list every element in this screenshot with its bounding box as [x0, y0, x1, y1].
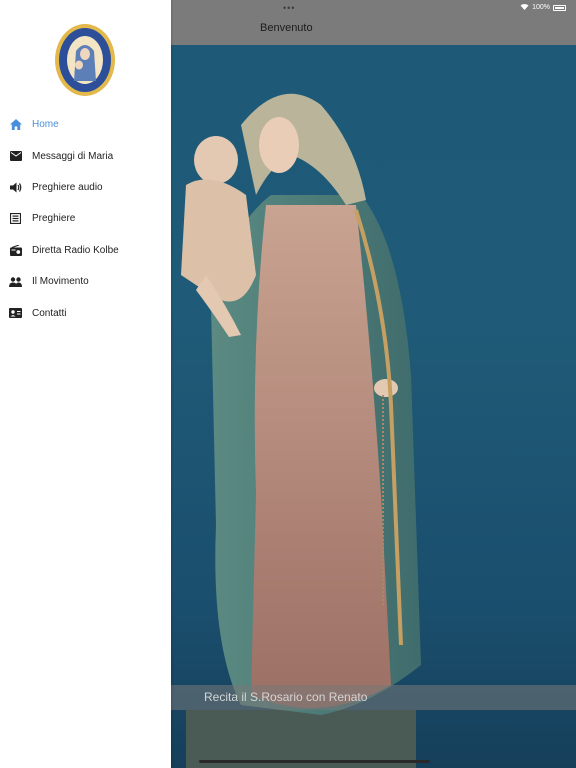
- menu-label-messaggi: Messaggi di Maria: [32, 150, 114, 162]
- menu-label-il-movimento: Il Movimento: [32, 276, 89, 288]
- menu-item-radio-kolbe[interactable]: Diretta Radio Kolbe: [0, 235, 171, 266]
- battery-icon: [553, 4, 566, 11]
- mail-icon: [9, 150, 22, 163]
- menu-item-contatti[interactable]: Contatti: [0, 297, 171, 328]
- rosary-banner[interactable]: Recita il S.Rosario con Renato: [171, 685, 576, 710]
- contact-card-icon: [9, 307, 22, 320]
- page-title: Benvenuto: [260, 22, 313, 34]
- menu-label-preghiere: Preghiere: [32, 213, 76, 225]
- main-content: ••• Benvenuto 100% Recita il S.Rosario c…: [171, 0, 576, 768]
- menu-item-home[interactable]: Home: [0, 109, 171, 140]
- menu-label-radio-kolbe: Diretta Radio Kolbe: [32, 244, 119, 256]
- menu-item-preghiere-audio[interactable]: Preghiere audio: [0, 172, 171, 203]
- speaker-icon: [9, 181, 22, 194]
- rosary-banner-text: Recita il S.Rosario con Renato: [204, 690, 368, 704]
- movement-logo: [55, 24, 115, 96]
- home-icon: [9, 118, 22, 131]
- menu-item-il-movimento[interactable]: Il Movimento: [0, 266, 171, 297]
- multitask-dots[interactable]: •••: [283, 3, 295, 13]
- menu-label-preghiere-audio: Preghiere audio: [32, 181, 103, 193]
- battery-percent: 100%: [532, 4, 550, 11]
- madonna-statue-image: [181, 93, 421, 768]
- menu-item-preghiere[interactable]: Preghiere: [0, 203, 171, 234]
- navigation-drawer: Home Messaggi di Maria Preghiere audio P…: [0, 0, 171, 768]
- people-icon: [9, 275, 22, 288]
- menu-label-contatti: Contatti: [32, 307, 67, 319]
- status-bar-right: 100%: [520, 3, 566, 12]
- radio-icon: [9, 244, 22, 257]
- app-header: ••• Benvenuto 100%: [171, 0, 576, 45]
- home-indicator: [199, 760, 430, 763]
- menu-item-messaggi[interactable]: Messaggi di Maria: [0, 140, 171, 171]
- menu-label-home: Home: [32, 119, 59, 131]
- list-icon: [9, 212, 22, 225]
- wifi-icon: [520, 3, 529, 12]
- drawer-menu: Home Messaggi di Maria Preghiere audio P…: [0, 109, 171, 329]
